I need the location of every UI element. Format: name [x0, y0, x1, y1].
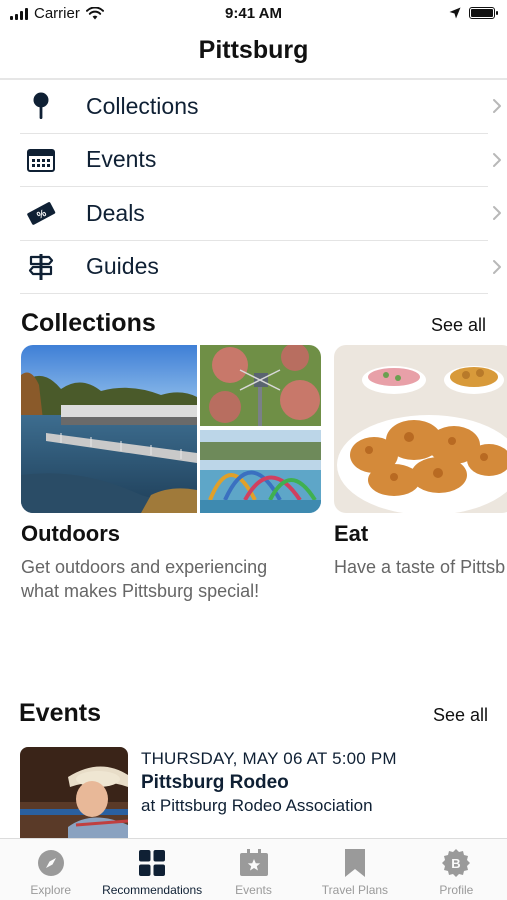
ticket-icon: %: [26, 198, 56, 228]
tab-label: Explore: [30, 883, 72, 897]
chevron-right-icon: [493, 99, 501, 113]
description-line: Have a taste of Pittsb: [334, 557, 506, 577]
tab-label: Recommendations: [102, 883, 203, 897]
events-header: Events See all: [19, 699, 488, 728]
calendar-icon: [26, 145, 56, 175]
menu-item-guides[interactable]: Guides: [20, 241, 501, 294]
event-list-item[interactable]: THURSDAY, MAY 06 AT 5:00 PM Pittsburg Ro…: [20, 747, 490, 842]
collection-card-description: Have a taste of Pittsb: [334, 555, 507, 579]
compass-icon: [35, 847, 67, 879]
menu-item-label: Deals: [86, 199, 145, 226]
chevron-right-icon: [493, 259, 501, 274]
tab-label: Events: [235, 883, 272, 897]
menu-item-events[interactable]: Events: [20, 134, 501, 187]
status-bar: Carrier 9:41 AM: [0, 0, 507, 30]
grid-icon: [136, 847, 168, 879]
event-date: THURSDAY, MAY 06 AT 5:00 PM: [141, 749, 397, 768]
bookmark-icon: [339, 847, 371, 879]
menu-item-deals[interactable]: % Deals: [20, 187, 501, 241]
collection-card-title: Outdoors: [21, 521, 120, 546]
collection-image: [334, 345, 507, 513]
tab-label: Profile: [439, 883, 474, 897]
splash-pad-photo: [200, 430, 321, 513]
collection-card-outdoors[interactable]: Outdoors Get outdoors and experiencing w…: [21, 345, 321, 603]
events-see-all-link[interactable]: See all: [433, 705, 488, 726]
collection-image-mosaic: [21, 345, 321, 513]
tab-recommendations[interactable]: Recommendations: [101, 839, 202, 900]
lake-dock-photo: [21, 345, 197, 513]
menu-item-label: Collections: [86, 92, 199, 119]
chevron-right-icon: [493, 152, 501, 167]
tab-bar: Explore Recommendations Events Travel Pl…: [0, 838, 507, 900]
calendar-star-icon: [238, 847, 270, 879]
description-line: Get outdoors and experiencing: [21, 557, 268, 577]
collection-card-title: Eat: [334, 521, 369, 546]
fried-chicken-photo: [334, 345, 507, 513]
menu-item-collections[interactable]: Collections: [20, 80, 501, 134]
tab-label: Travel Plans: [321, 883, 389, 897]
battery-icon: [469, 7, 498, 19]
tab-travel-plans[interactable]: Travel Plans: [304, 839, 405, 900]
tab-events[interactable]: Events: [203, 839, 304, 900]
event-name: Pittsburg Rodeo: [141, 772, 289, 793]
event-venue: at Pittsburg Rodeo Association: [141, 796, 373, 815]
location-arrow-icon: [449, 7, 461, 19]
profile-badge-icon: B: [440, 847, 472, 879]
chevron-right-icon: [493, 206, 501, 220]
events-title: Events: [19, 699, 101, 727]
description-line: what makes Pittsburg special!: [21, 581, 260, 601]
rodeo-photo: [20, 747, 128, 842]
collections-see-all-link[interactable]: See all: [431, 315, 486, 336]
tab-profile[interactable]: B Profile: [406, 839, 507, 900]
page-title: Pittsburg: [198, 36, 309, 64]
menu-item-label: Events: [86, 146, 157, 173]
status-time: 9:41 AM: [225, 5, 282, 22]
sports-fields-aerial-photo: [200, 345, 321, 426]
map-pin-icon: [26, 91, 56, 121]
tab-explore[interactable]: Explore: [0, 839, 101, 900]
status-right: [449, 7, 498, 19]
svg-text:B: B: [452, 856, 461, 871]
collections-header: Collections See all: [21, 309, 486, 338]
menu-item-label: Guides: [86, 253, 159, 280]
signpost-icon: [26, 252, 56, 282]
collections-title: Collections: [21, 309, 156, 337]
category-menu: Collections Events % Deals Guides: [20, 80, 501, 294]
collection-card-description: Get outdoors and experiencing what makes…: [21, 555, 321, 603]
collection-card-eat[interactable]: Eat Have a taste of Pittsb: [334, 345, 507, 579]
collections-carousel[interactable]: Outdoors Get outdoors and experiencing w…: [21, 345, 507, 605]
